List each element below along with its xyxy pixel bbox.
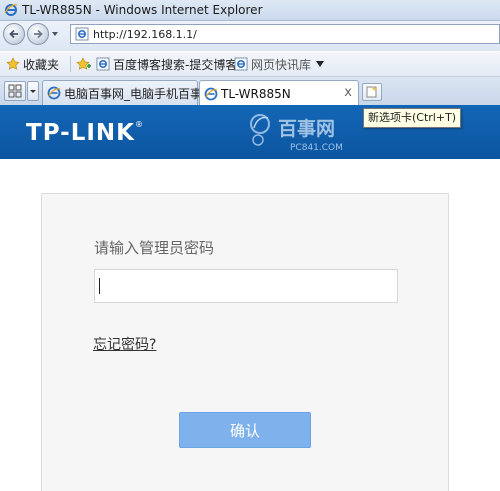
navigation-bar [0,21,500,51]
forward-button[interactable] [27,23,49,45]
favorite-link-label: 网页快讯库 [251,57,312,72]
history-dropdown-icon[interactable] [51,30,59,38]
add-to-favorites-button[interactable] [76,52,95,76]
watermark-sub: PC841.COM [290,143,343,153]
registered-mark: ® [134,120,144,129]
watermark-text: 百事网 [278,117,335,140]
favorite-link-label: 百度博客搜索-提交博客 [113,57,238,72]
address-bar[interactable] [70,24,500,44]
favorites-button[interactable]: 收藏夹 [6,52,59,76]
password-input[interactable] [94,269,398,303]
tab-pc841[interactable]: 电脑百事网_电脑手机百事网 [42,80,214,105]
quick-tabs-button[interactable] [4,81,26,101]
tab-label: 电脑百事网_电脑手机百事网 [64,86,215,101]
page-icon [75,27,89,41]
page-icon [234,57,248,71]
chevron-down-icon [30,90,36,93]
tab-label: TL-WR885N [221,86,291,101]
new-tab-button[interactable] [362,83,382,101]
tab-bar: 电脑百事网_电脑手机百事网 TL-WR885N x [0,77,500,106]
forward-arrow-icon [34,29,43,39]
favorites-bar: 收藏夹 百度博客搜索-提交博客 网页快讯库 [0,52,500,77]
brand-name: TP-LINK [26,120,135,146]
page-icon [96,57,110,71]
login-panel: 请输入管理员密码 忘记密码? 确认 [41,193,449,491]
star-icon [6,57,20,70]
back-arrow-icon [9,29,18,39]
quick-tabs-icon [8,84,22,98]
ie-page-icon [204,87,218,100]
add-favorite-icon [76,57,91,70]
ie-icon [4,4,18,16]
tab-tl-wr885n[interactable]: TL-WR885N x [199,80,359,106]
new-tab-tooltip: 新选项卡(Ctrl+T) [363,108,462,128]
title-bar: TL-WR885N - Windows Internet Explorer [0,0,500,21]
site-favicon-icon [47,86,61,100]
web-slice-gallery-link[interactable]: 网页快讯库 [234,52,328,76]
window-title: TL-WR885N - Windows Internet Explorer [22,3,263,17]
text-caret [99,278,100,294]
back-button[interactable] [3,23,25,45]
confirm-button[interactable]: 确认 [179,412,311,448]
address-input[interactable] [93,26,493,42]
favorite-link-baidu-blog[interactable]: 百度博客搜索-提交博客 [96,52,237,76]
separator [70,56,71,72]
close-tab-button[interactable]: x [344,85,352,100]
forgot-password-link[interactable]: 忘记密码? [93,334,156,354]
tab-list-button[interactable] [27,81,39,101]
chevron-down-icon [316,61,325,67]
tp-link-logo: TP-LINK® [26,120,144,146]
new-tab-icon [366,86,377,98]
favorites-label: 收藏夹 [23,57,60,72]
password-prompt: 请输入管理员密码 [94,239,215,257]
